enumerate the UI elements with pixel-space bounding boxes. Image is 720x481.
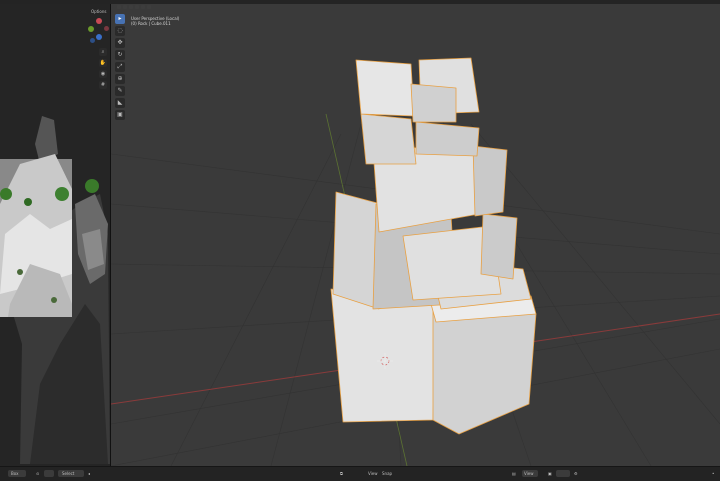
scene-canvas	[111, 57, 720, 466]
select-box-icon[interactable]: ◌	[115, 26, 125, 36]
transform-icon[interactable]: ⊕	[115, 74, 125, 84]
cursor-icon[interactable]: ▸	[115, 14, 125, 24]
camera-icon[interactable]: ◉	[99, 70, 107, 78]
pan-hand-icon[interactable]: ✋	[99, 59, 107, 67]
scale-icon[interactable]: ⤢	[115, 62, 125, 72]
pivot-dropdown[interactable]	[44, 470, 54, 477]
editor-type-icon[interactable]: ⧉	[340, 470, 343, 477]
face-mode-button[interactable]	[135, 5, 139, 9]
bottom-header-bar: Box ⊙ Select ◂ ⧉ View Snap ▤ View ▣ ⚙ •	[0, 466, 720, 481]
options-label[interactable]: Options	[91, 9, 106, 14]
main-3d-viewport[interactable]: User Perspective (Local) (0) Rock | Cube…	[111, 4, 720, 466]
neg-x-axis-gizmo-icon[interactable]	[104, 26, 109, 31]
cube-stack	[330, 57, 537, 435]
image-menu[interactable]: Snap	[382, 470, 392, 477]
shading-toggle-button[interactable]	[147, 5, 151, 9]
left-viewport[interactable]: Options ⌕ ✋ ◉ #	[0, 4, 111, 466]
view-field-label: View	[524, 471, 534, 476]
neg-z-axis-gizmo-icon[interactable]	[90, 38, 95, 43]
reference-rock-render	[0, 4, 110, 466]
measure-icon[interactable]: ◣	[115, 98, 125, 108]
x-axis-gizmo-icon[interactable]	[96, 18, 102, 24]
add-cube-icon[interactable]: ▣	[115, 110, 125, 120]
select-field-label: Select	[62, 471, 75, 476]
select-mode-button[interactable]	[123, 5, 127, 9]
view-mode-button[interactable]	[117, 5, 121, 9]
file-icon[interactable]: ▤	[512, 470, 516, 477]
y-axis-gizmo-icon[interactable]	[88, 26, 94, 32]
mode-select-label: Box	[11, 471, 19, 476]
z-axis-gizmo-icon[interactable]	[96, 34, 102, 40]
options-icon[interactable]: ⚙	[574, 470, 578, 477]
grid-icon[interactable]: #	[99, 81, 107, 89]
overlay-toggle-button[interactable]	[141, 5, 145, 9]
edge-mode-button[interactable]	[129, 5, 133, 9]
image-browse-icon[interactable]: ▣	[548, 470, 552, 477]
open-image-button[interactable]	[556, 470, 570, 477]
rotate-icon[interactable]: ↻	[115, 50, 125, 60]
object-info-label: (0) Rock | Cube.011	[131, 21, 171, 26]
move-icon[interactable]: ✥	[115, 38, 125, 48]
view-menu[interactable]: View	[368, 470, 378, 477]
annotate-icon[interactable]: ✎	[115, 86, 125, 96]
snap-toggle-icon[interactable]: ⊙	[36, 470, 39, 477]
pin-icon[interactable]: •	[712, 470, 714, 477]
zoom-icon[interactable]: ⌕	[99, 48, 107, 56]
collapse-icon[interactable]: ◂	[88, 470, 90, 477]
